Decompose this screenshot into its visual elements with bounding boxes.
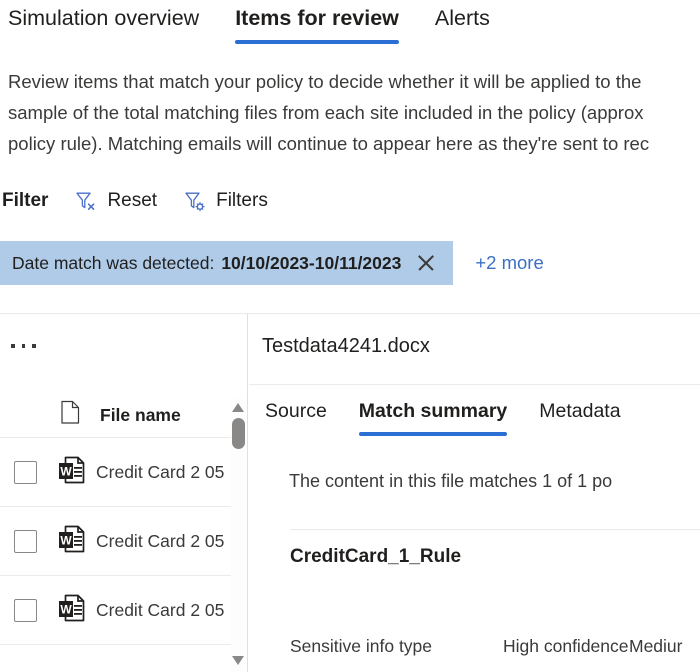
tab-active-indicator	[235, 39, 399, 44]
tab-source-label: Source	[265, 400, 327, 422]
tab-match-summary[interactable]: Match summary	[358, 400, 508, 436]
file-name-cell: Credit Card 2 05	[96, 599, 225, 620]
detail-divider	[290, 529, 700, 530]
tab-items-for-review[interactable]: Items for review	[235, 0, 399, 44]
tab-alerts-label: Alerts	[434, 6, 490, 30]
table-row[interactable]: W Credit Card 2 05	[0, 438, 233, 507]
tab-match-summary-label: Match summary	[358, 400, 508, 422]
more-filters-link[interactable]: +2 more	[475, 241, 543, 285]
tab-alerts[interactable]: Alerts	[435, 0, 490, 30]
filters-label: Filters	[216, 190, 268, 211]
funnel-gear-icon	[183, 189, 207, 213]
tab-metadata-label: Metadata	[539, 400, 621, 422]
description-line-3: policy rule). Matching emails will conti…	[8, 133, 650, 154]
detail-tab-active-indicator	[358, 432, 508, 436]
reset-filter-button[interactable]: Reset	[74, 189, 157, 213]
column-header-high-confidence: High confidence	[503, 636, 629, 656]
tab-items-for-review-label: Items for review	[235, 6, 399, 30]
more-filters-label: +2 more	[475, 252, 544, 273]
content-area: File name W Credit Card 2 05 W Credit Ca…	[0, 313, 700, 672]
file-list-header: File name	[0, 393, 233, 438]
row-checkbox[interactable]	[14, 529, 37, 553]
policy-rule-name: CreditCard_1_Rule	[290, 546, 462, 567]
filter-pill-key: Date match was detected:	[12, 252, 215, 273]
detail-file-title: Testdata4241.docx	[262, 335, 430, 357]
tab-simulation-overview[interactable]: Simulation overview	[8, 0, 199, 30]
table-row[interactable]: W Credit Card 2 05	[0, 576, 233, 645]
tab-source[interactable]: Source	[265, 400, 327, 423]
column-header-sensitive-info-type: Sensitive info type	[290, 636, 433, 656]
file-name-cell: Credit Card 2 05	[96, 461, 225, 482]
table-row[interactable]: W Credit Card 2 05	[0, 507, 233, 576]
reset-filter-label: Reset	[107, 190, 158, 211]
ellipsis-dot	[32, 344, 36, 348]
filter-pill-date-match[interactable]: Date match was detected: 10/10/2023-10/1…	[0, 241, 454, 285]
match-summary-sentence: The content in this file matches 1 of 1 …	[289, 471, 613, 491]
scroll-up-arrow-icon[interactable]	[232, 402, 245, 413]
word-document-icon: W	[56, 454, 88, 491]
detail-tabstrip: Source Match summary Metadata	[249, 384, 700, 436]
svg-text:W: W	[60, 602, 72, 616]
file-list-pane: File name W Credit Card 2 05 W Credit Ca…	[0, 314, 248, 672]
tab-simulation-overview-label: Simulation overview	[8, 6, 200, 30]
svg-text:W: W	[60, 464, 72, 478]
file-list-scrollbar[interactable]	[231, 399, 246, 672]
column-header-medium-confidence: Mediur	[629, 636, 683, 656]
ellipsis-dot	[21, 344, 25, 348]
scroll-down-arrow-icon[interactable]	[232, 655, 245, 666]
word-document-icon: W	[56, 592, 88, 629]
row-checkbox[interactable]	[14, 598, 37, 622]
page-description: Review items that match your policy to d…	[8, 66, 700, 159]
filter-toolbar: Filter Reset Filters	[0, 184, 700, 218]
active-filters-row: Date match was detected: 10/10/2023-10/1…	[0, 241, 700, 285]
ellipsis-icon[interactable]	[8, 336, 45, 356]
filter-pill-value: 10/10/2023-10/11/2023	[221, 252, 402, 273]
filters-button[interactable]: Filters	[183, 189, 268, 213]
file-name-column-header: File name	[100, 404, 181, 425]
row-checkbox[interactable]	[14, 460, 37, 484]
page-tabstrip: Simulation overview Items for review Ale…	[0, 0, 700, 54]
close-icon[interactable]	[415, 252, 437, 274]
file-name-cell: Credit Card 2 05	[96, 530, 225, 551]
funnel-x-icon	[74, 189, 98, 213]
tab-metadata[interactable]: Metadata	[539, 400, 620, 423]
filter-toolbar-label: Filter	[2, 190, 49, 211]
svg-text:W: W	[60, 533, 72, 547]
description-line-1: Review items that match your policy to d…	[8, 71, 642, 92]
scrollbar-thumb[interactable]	[232, 418, 245, 449]
description-line-2: sample of the total matching files from …	[8, 102, 644, 123]
word-document-icon: W	[56, 523, 88, 560]
file-detail-pane: Testdata4241.docx Source Match summary M…	[249, 314, 700, 672]
sensitive-info-table-header: Sensitive info type High confidence Medi…	[290, 636, 700, 657]
document-icon	[60, 400, 81, 430]
ellipsis-dot	[11, 344, 15, 348]
